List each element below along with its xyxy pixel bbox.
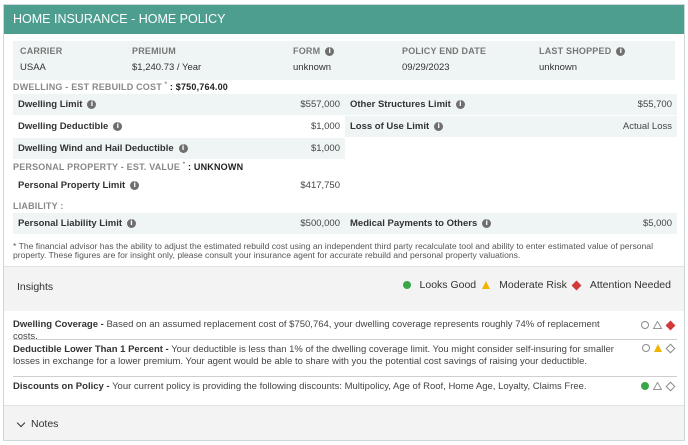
status-icons — [638, 343, 676, 353]
green-circle-icon — [402, 281, 411, 289]
last-shopped-label: LAST SHOPPED — [539, 46, 612, 56]
form-label: FORM — [293, 46, 321, 56]
info-icon[interactable]: i — [325, 46, 335, 56]
summary-end-date: POLICY END DATE 09/29/2023 — [402, 46, 486, 73]
info-icon[interactable]: i — [87, 100, 97, 109]
personal-property-section-heading: PERSONAL PROPERTY - EST. VALUE * : UNKNO… — [13, 162, 244, 172]
yellow-triangle-icon — [482, 281, 491, 289]
last-shopped-value: unknown — [539, 62, 578, 73]
green-circle-icon — [641, 382, 649, 390]
insights-title: Insights — [17, 281, 54, 293]
info-icon[interactable]: i — [127, 219, 136, 228]
circle-outline-icon — [642, 344, 650, 352]
card-header: HOME INSURANCE - HOME POLICY — [4, 5, 684, 34]
dwelling-section-heading: DWELLING - EST REBUILD COST * : $750,764… — [13, 82, 229, 92]
insights-legend: Looks Good Moderate Risk Attention Neede… — [397, 279, 671, 291]
diamond-outline-icon — [665, 381, 676, 391]
summary-last-shopped: LAST SHOPPED i unknown — [539, 46, 626, 73]
policy-summary: CARRIER USAA PREMIUM $1,240.73 / Year FO… — [13, 41, 675, 80]
summary-form: FORM i unknown — [293, 46, 335, 73]
carrier-label: CARRIER — [20, 46, 63, 56]
personal-liability-row: Personal Liability Limit i $500,000 — [13, 213, 345, 234]
premium-label: PREMIUM — [132, 46, 176, 56]
info-icon[interactable]: i — [434, 122, 444, 131]
insight-item: Discounts on Policy - Your current polic… — [13, 380, 677, 401]
liability-section-heading: LIABILITY : — [13, 201, 64, 211]
insight-item: Dwelling Coverage - Based on an assumed … — [13, 319, 677, 342]
dwelling-deductible-row: Dwelling Deductible i $1,000 — [18, 121, 340, 132]
legend-good: Looks Good — [402, 279, 476, 291]
other-structures-row: Other Structures Limit i $55,700 — [345, 94, 677, 115]
chevron-down-icon — [16, 418, 26, 427]
end-date-label: POLICY END DATE — [402, 46, 487, 56]
info-icon[interactable]: i — [482, 219, 492, 228]
legend-attention: Attention Needed — [571, 279, 671, 291]
personal-property-limit-row: Personal Property Limit i $417,750 — [18, 180, 340, 191]
medical-payments-row: Medical Payments to Others i $5,000 — [345, 213, 677, 234]
card-title: HOME INSURANCE - HOME POLICY — [13, 12, 226, 26]
insight-item: Deductible Lower Than 1 Percent - Your d… — [13, 342, 677, 377]
info-icon[interactable]: i — [113, 122, 123, 131]
dwelling-wind-hail-row: Dwelling Wind and Hail Deductible i $1,00… — [13, 138, 345, 159]
info-icon[interactable]: i — [455, 100, 465, 109]
form-value: unknown — [293, 62, 332, 73]
yellow-triangle-icon — [654, 344, 662, 352]
summary-premium: PREMIUM $1,240.73 / Year — [132, 46, 201, 73]
legend-moderate: Moderate Risk — [482, 279, 567, 291]
home-policy-card: HOME INSURANCE - HOME POLICY CARRIER USA… — [3, 4, 685, 441]
info-icon[interactable]: i — [616, 46, 626, 56]
circle-outline-icon — [641, 321, 649, 329]
loss-of-use-row: Loss of Use Limit i Actual Loss — [345, 116, 677, 137]
status-icons — [637, 320, 676, 330]
diamond-outline-icon — [665, 343, 676, 353]
triangle-outline-icon — [653, 382, 662, 390]
carrier-value: USAA — [20, 62, 46, 73]
notes-label: Notes — [31, 418, 59, 430]
dwelling-limit-row: Dwelling Limit i $557,000 — [13, 94, 345, 115]
notes-toggle-bar[interactable] — [4, 405, 684, 440]
info-icon[interactable]: i — [178, 144, 188, 153]
status-icons — [637, 381, 676, 391]
premium-value: $1,240.73 / Year — [132, 62, 202, 73]
footnote: * The financial advisor has the ability … — [13, 241, 653, 260]
red-diamond-icon — [571, 280, 582, 290]
summary-carrier: CARRIER USAA — [20, 46, 62, 73]
info-icon[interactable]: i — [130, 181, 140, 190]
notes-toggle[interactable]: Notes — [16, 418, 59, 430]
end-date-value: 09/29/2023 — [402, 62, 450, 73]
triangle-outline-icon — [653, 321, 662, 329]
red-diamond-icon — [665, 320, 676, 330]
